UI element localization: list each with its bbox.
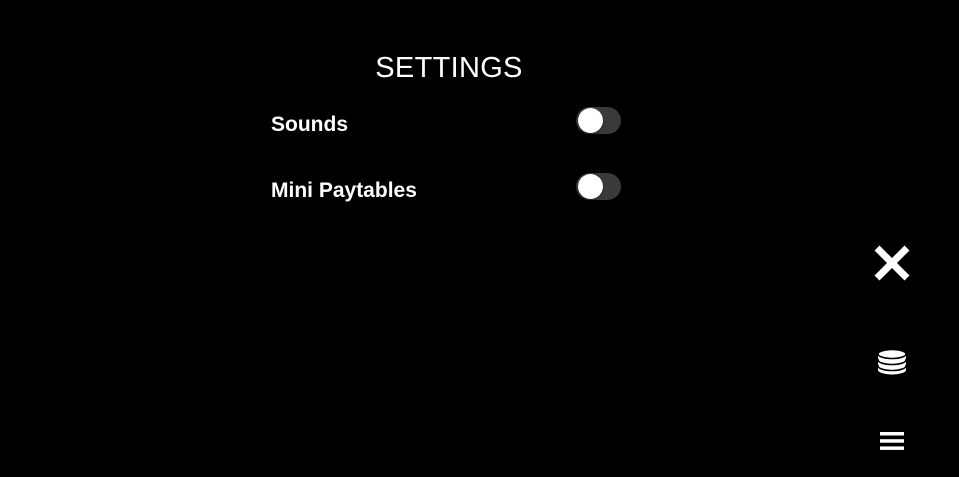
settings-row-mini-paytables: Mini Paytables: [271, 173, 623, 207]
close-button[interactable]: [866, 240, 918, 286]
coins-button[interactable]: [866, 339, 918, 385]
mini-paytables-toggle-knob: [578, 174, 603, 199]
settings-title: SETTINGS: [375, 52, 523, 84]
sounds-label: Sounds: [271, 113, 348, 136]
menu-icon: [880, 432, 904, 450]
menu-button[interactable]: [866, 418, 918, 464]
sounds-toggle[interactable]: [576, 107, 621, 134]
mini-paytables-label: Mini Paytables: [271, 179, 417, 202]
settings-row-sounds: Sounds: [271, 107, 623, 141]
sounds-toggle-knob: [578, 108, 603, 133]
mini-paytables-toggle[interactable]: [576, 173, 621, 200]
settings-screen: SETTINGS Sounds Mini Paytables: [0, 0, 959, 477]
close-icon: [874, 245, 910, 281]
coins-icon: [877, 348, 907, 375]
